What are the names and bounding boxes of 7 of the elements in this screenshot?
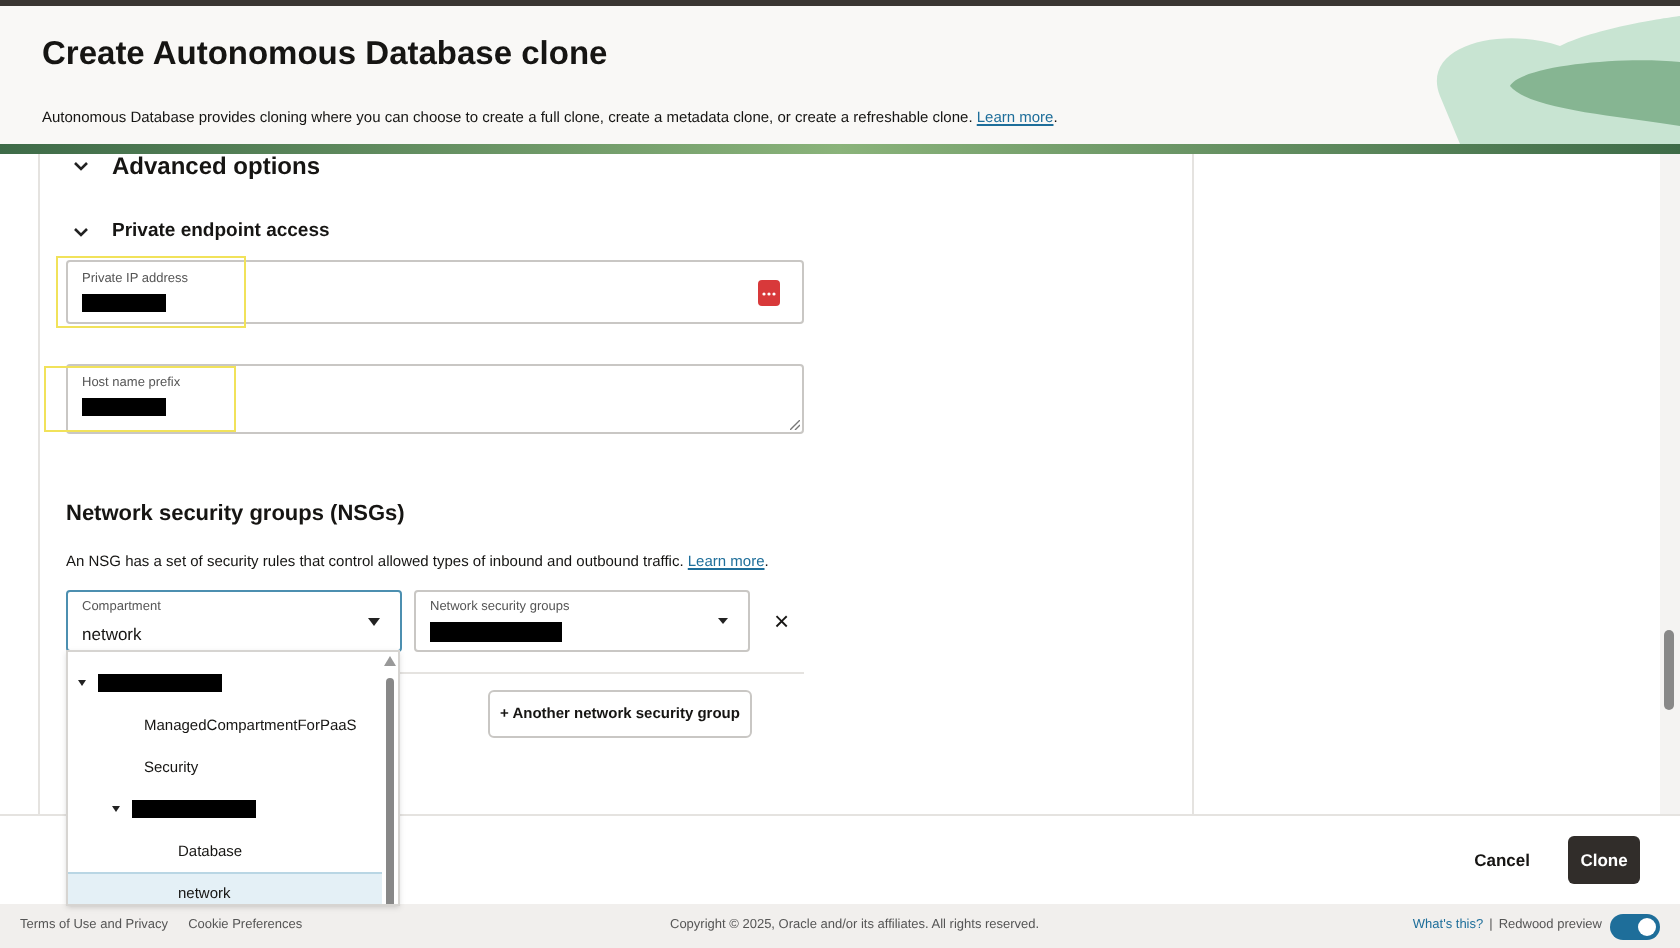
remove-button[interactable]: × xyxy=(774,607,790,634)
section-heading: Network security groups (NSGs) xyxy=(66,500,407,530)
clone-button[interactable]: Clone xyxy=(1568,836,1640,884)
page-title: Create Autonomous Database clone xyxy=(42,34,610,76)
section-toggle[interactable]: Advanced options xyxy=(112,148,321,184)
cancel-button[interactable]: Cancel xyxy=(1464,835,1540,885)
subsection-toggle[interactable]: Private endpoint access xyxy=(112,217,330,247)
